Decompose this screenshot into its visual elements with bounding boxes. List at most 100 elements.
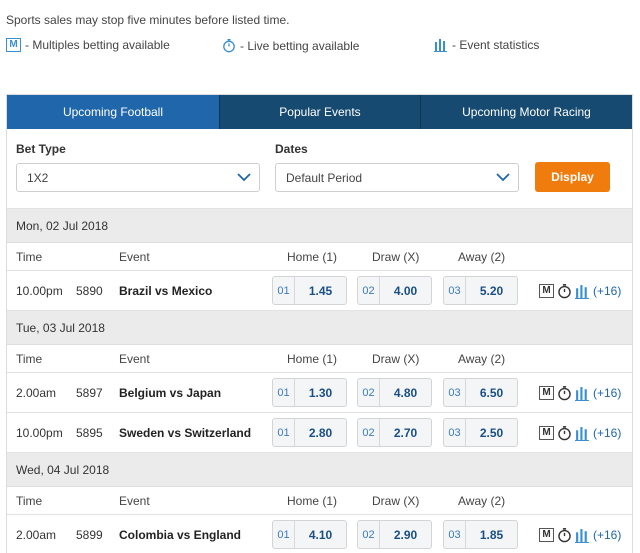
stopwatch-icon[interactable]: [557, 425, 572, 441]
odds-code: 01: [273, 419, 295, 446]
event-name[interactable]: Belgium vs Japan: [119, 386, 221, 400]
stats-bars-icon[interactable]: [575, 528, 590, 543]
more-markets-link[interactable]: (+16): [593, 528, 621, 542]
odds-value: 1.45: [308, 283, 333, 298]
event-icons: M (+16): [539, 385, 621, 401]
odds-code: 03: [444, 277, 466, 304]
tab-upcoming-football[interactable]: Upcoming Football: [7, 95, 219, 129]
odds-draw-button[interactable]: 02 4.00: [357, 276, 432, 305]
odds-code: 03: [444, 419, 466, 446]
event-time: 10.00pm: [16, 283, 63, 298]
date-header: Tue, 03 Jul 2018: [7, 311, 632, 345]
col-event: Event: [119, 493, 150, 508]
stopwatch-icon[interactable]: [557, 527, 572, 543]
odds-code: 03: [444, 521, 466, 548]
bet-type-value: 1X2: [27, 170, 49, 185]
multiples-icon: M: [539, 386, 554, 400]
odds-draw-button[interactable]: 02 2.90: [357, 520, 432, 549]
bet-type-select[interactable]: 1X2: [16, 163, 260, 192]
col-home: Home (1): [287, 493, 338, 508]
betting-panel: Upcoming Football Popular Events Upcomin…: [6, 94, 633, 553]
odds-value: 5.20: [479, 283, 504, 298]
multiples-icon: M: [539, 284, 554, 298]
multiples-icon: M: [539, 426, 554, 440]
date-header: Wed, 04 Jul 2018: [7, 453, 632, 487]
odds-home-button[interactable]: 01 1.30: [272, 378, 347, 407]
stats-bars-icon: [434, 39, 447, 52]
odds-value: 2.50: [479, 425, 504, 440]
odds-value: 4.00: [393, 283, 418, 298]
odds-value: 2.90: [393, 527, 418, 542]
legend: M - Multiples betting available - Live b…: [0, 38, 640, 58]
odds-value: 1.30: [308, 385, 333, 400]
more-markets-link[interactable]: (+16): [593, 386, 621, 400]
stats-bars-icon[interactable]: [575, 426, 590, 441]
col-time: Time: [16, 493, 43, 508]
event-icons: M (+16): [539, 425, 621, 441]
odds-value: 1.85: [479, 527, 504, 542]
col-draw: Draw (X): [372, 249, 420, 264]
stopwatch-icon[interactable]: [557, 385, 572, 401]
odds-code: 02: [358, 521, 380, 548]
col-home: Home (1): [287, 351, 338, 366]
more-markets-link[interactable]: (+16): [593, 426, 621, 440]
tab-popular-events[interactable]: Popular Events: [219, 95, 420, 129]
dates-label: Dates: [275, 142, 308, 156]
bet-type-label: Bet Type: [16, 142, 66, 156]
odds-away-button[interactable]: 03 1.85: [443, 520, 518, 549]
multiples-icon: M: [539, 528, 554, 542]
more-markets-link[interactable]: (+16): [593, 284, 621, 298]
odds-code: 01: [273, 521, 295, 548]
filter-bar: Bet Type 1X2 Dates Default Period Displa…: [7, 129, 632, 209]
stopwatch-icon[interactable]: [557, 283, 572, 299]
legend-stats-label: - Event statistics: [452, 38, 540, 52]
col-draw: Draw (X): [372, 351, 420, 366]
chevron-down-icon: [237, 173, 251, 182]
event-name[interactable]: Sweden vs Switzerland: [119, 426, 251, 440]
event-time: 2.00am: [16, 527, 57, 542]
odds-value: 2.70: [393, 425, 418, 440]
legend-multiples: M - Multiples betting available: [6, 38, 170, 52]
col-draw: Draw (X): [372, 493, 420, 508]
col-away: Away (2): [458, 493, 506, 508]
date-label: Wed, 04 Jul 2018: [16, 462, 110, 477]
column-header-row: Time Event Home (1) Draw (X) Away (2): [7, 243, 632, 271]
odds-code: 03: [444, 379, 466, 406]
col-time: Time: [16, 351, 43, 366]
event-number: 5895: [76, 425, 103, 440]
odds-code: 02: [358, 277, 380, 304]
stats-bars-icon[interactable]: [575, 386, 590, 401]
column-header-row: Time Event Home (1) Draw (X) Away (2): [7, 345, 632, 373]
dates-value: Default Period: [286, 170, 363, 185]
events-list: Mon, 02 Jul 2018 Time Event Home (1) Draw (X…: [7, 209, 632, 553]
legend-stats: - Event statistics: [434, 38, 539, 52]
odds-value: 4.10: [308, 527, 333, 542]
odds-home-button[interactable]: 01 2.80: [272, 418, 347, 447]
event-number: 5899: [76, 527, 103, 542]
date-label: Mon, 02 Jul 2018: [16, 218, 109, 233]
odds-home-button[interactable]: 01 1.45: [272, 276, 347, 305]
odds-draw-button[interactable]: 02 2.70: [357, 418, 432, 447]
odds-code: 01: [273, 379, 295, 406]
event-row: 10.00pm 5895 Sweden vs Switzerland 01 2.80 02…: [7, 413, 632, 453]
col-away: Away (2): [458, 249, 506, 264]
stats-bars-icon[interactable]: [575, 284, 590, 299]
odds-home-button[interactable]: 01 4.10: [272, 520, 347, 549]
odds-draw-button[interactable]: 02 4.80: [357, 378, 432, 407]
dates-select[interactable]: Default Period: [275, 163, 519, 192]
odds-value: 6.50: [479, 385, 504, 400]
event-name[interactable]: Colombia vs England: [119, 528, 241, 542]
date-header: Mon, 02 Jul 2018: [7, 209, 632, 243]
odds-value: 2.80: [308, 425, 333, 440]
tab-bar: Upcoming Football Popular Events Upcomin…: [7, 95, 632, 129]
odds-code: 02: [358, 419, 380, 446]
event-number: 5897: [76, 385, 103, 400]
display-button[interactable]: Display: [535, 162, 610, 192]
odds-away-button[interactable]: 03 6.50: [443, 378, 518, 407]
odds-away-button[interactable]: 03 2.50: [443, 418, 518, 447]
tab-upcoming-motor-racing[interactable]: Upcoming Motor Racing: [420, 95, 632, 129]
odds-away-button[interactable]: 03 5.20: [443, 276, 518, 305]
event-name[interactable]: Brazil vs Mexico: [119, 284, 212, 298]
event-time: 2.00am: [16, 385, 57, 400]
multiples-icon: M: [6, 38, 21, 52]
